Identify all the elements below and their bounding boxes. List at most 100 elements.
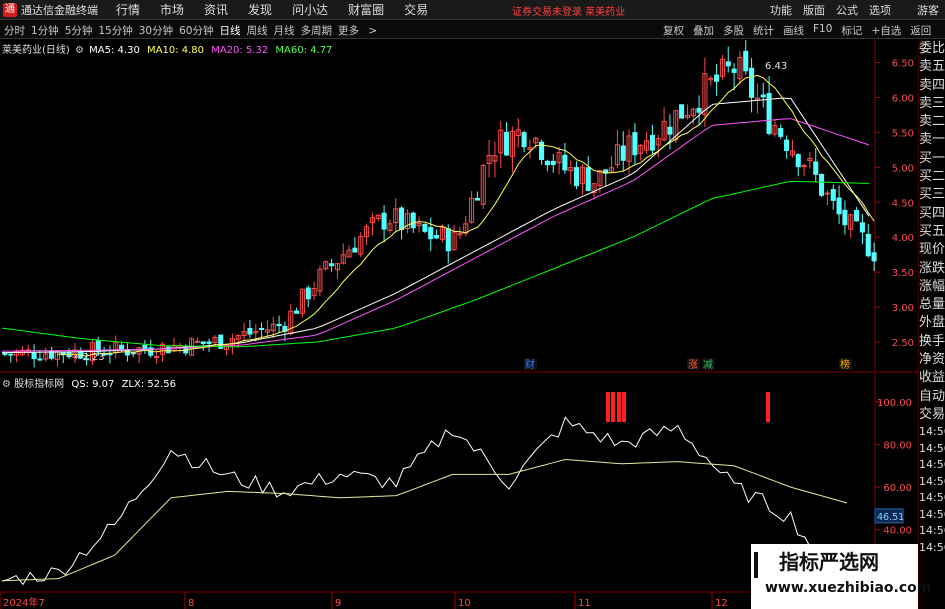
candle-body [329, 263, 335, 267]
candle-body [620, 145, 626, 161]
tab-daily[interactable]: 日线 [220, 23, 241, 38]
panel-item-bid-ratio[interactable]: 委比 [919, 40, 945, 58]
tab-intraday[interactable]: 分时 [4, 23, 25, 38]
chart-annotations: 6.43 ←2.23 财 涨减 榜 [74, 61, 852, 371]
panel-item-auto[interactable]: 自动 [919, 388, 945, 406]
panel-item-earnings[interactable]: 收益 [919, 369, 945, 387]
panel-item-change-pct[interactable]: 涨幅 [919, 278, 945, 296]
candle-body [749, 67, 755, 98]
candle-body [31, 352, 37, 360]
candle-body [119, 344, 125, 350]
menu-market[interactable]: 市场 [160, 1, 184, 18]
candle-body [696, 107, 702, 113]
panel-item-outer[interactable]: 外盘 [919, 314, 945, 332]
tab-15min[interactable]: 15分钟 [98, 23, 132, 38]
panel-item-ask3[interactable]: 卖三 [919, 95, 945, 113]
restore-rights-button[interactable]: 复权 [663, 23, 684, 38]
moving-average-lines [1, 74, 875, 357]
panel-item-volume[interactable]: 总量 [919, 296, 945, 314]
menu-news[interactable]: 资讯 [204, 1, 228, 18]
tick-time: 14:56 [919, 540, 945, 554]
back-button[interactable]: 返回 [910, 23, 931, 38]
price-tick-label: 4.00 [892, 233, 914, 244]
main-menu: 行情 市场 资讯 发现 问小达 财富圈 交易 [116, 1, 448, 18]
candle-body [305, 287, 311, 300]
menu-function[interactable]: 功能 [770, 2, 792, 18]
panel-item-bid5[interactable]: 买五 [919, 223, 945, 241]
ma-line-ma20 [2, 118, 870, 352]
tab-more[interactable]: 更多 > [338, 23, 383, 38]
candle-body [550, 160, 556, 166]
menu-quotes[interactable]: 行情 [116, 1, 140, 18]
panel-item-ask1[interactable]: 卖一 [919, 131, 945, 149]
menu-options[interactable]: 选项 [869, 2, 891, 18]
tab-30min[interactable]: 30分钟 [139, 23, 173, 38]
candle-body [253, 331, 259, 334]
watermark-title: 指标严选网 [779, 550, 879, 574]
candle-body [247, 327, 253, 335]
menu-formula[interactable]: 公式 [836, 2, 858, 18]
ma60-label: MA60: 4.77 [275, 45, 333, 56]
menu-ask[interactable]: 问小达 [292, 1, 328, 18]
candle-body [830, 189, 836, 201]
login-notice[interactable]: 证券交易未登录 莱美药业 [512, 3, 625, 18]
zlx-value: ZLX: 52.56 [121, 379, 177, 390]
panel-item-price[interactable]: 现价 [919, 241, 945, 259]
menu-wealth[interactable]: 财富圈 [348, 1, 384, 18]
tab-1min[interactable]: 1分钟 [31, 23, 59, 38]
period-tabs: 分时 1分钟 5分钟 15分钟 30分钟 60分钟 日线 周线 月线 多周期 更… [4, 23, 389, 38]
panel-item-ask5[interactable]: 卖五 [919, 58, 945, 76]
multi-stock-button[interactable]: 多股 [723, 23, 744, 38]
panel-item-bid3[interactable]: 买三 [919, 186, 945, 204]
f10-button[interactable]: F10 [813, 23, 832, 38]
candle-body [871, 252, 877, 262]
current-value-label: 46.51 [877, 512, 904, 523]
menu-layout[interactable]: 版面 [803, 2, 825, 18]
price-tick-label: 3.50 [892, 268, 914, 279]
panel-item-change[interactable]: 涨跌 [919, 260, 945, 278]
tab-60min[interactable]: 60分钟 [179, 23, 213, 38]
statistics-button[interactable]: 统计 [753, 23, 774, 38]
tab-5min[interactable]: 5分钟 [65, 23, 93, 38]
panel-item-bid2[interactable]: 买二 [919, 168, 945, 186]
tick-time: 14:56 [919, 507, 945, 521]
tick-time: 14:56 [919, 524, 945, 538]
kline-chart[interactable]: 6.50 6.00 5.50 5.00 4.50 4.00 3.50 3.00 2.50 100.… [0, 40, 918, 609]
menu-trade[interactable]: 交易 [404, 1, 428, 18]
candle-body [813, 161, 819, 175]
panel-item-bid1[interactable]: 买一 [919, 150, 945, 168]
candlestick-series [2, 40, 877, 368]
tick-time: 14:56 [919, 458, 945, 472]
right-menu: 功能 版面 公式 选项 游客 [759, 2, 939, 18]
candle-body [410, 212, 416, 229]
candle-body [381, 212, 387, 230]
overlay-button[interactable]: 叠加 [693, 23, 714, 38]
panel-item-ask4[interactable]: 卖四 [919, 77, 945, 95]
panel-item-bid4[interactable]: 买四 [919, 205, 945, 223]
tab-weekly[interactable]: 周线 [247, 23, 268, 38]
user-guest[interactable]: 游客 [917, 2, 939, 18]
stock-name: 莱美药业(日线) [2, 45, 70, 56]
ma10-label: MA10: 4.80 [147, 45, 205, 56]
tab-monthly[interactable]: 月线 [274, 23, 295, 38]
panel-item-ask2[interactable]: 卖二 [919, 113, 945, 131]
settings-gear-icon[interactable]: ⚙ [75, 45, 84, 56]
signal-bar [606, 392, 610, 422]
settings-gear-icon[interactable]: ⚙ [2, 379, 11, 390]
panel-item-turnover[interactable]: 换手 [919, 333, 945, 351]
candle-body [434, 234, 440, 239]
candle-body [154, 356, 160, 359]
signal-bar [622, 392, 626, 422]
add-watchlist-button[interactable]: +自选 [871, 23, 901, 38]
menu-discover[interactable]: 发现 [248, 1, 272, 18]
mark-button[interactable]: 标记 [841, 23, 862, 38]
sub-tick-label: 60.00 [883, 483, 912, 494]
tab-multi-period[interactable]: 多周期 [301, 23, 333, 38]
price-tick-label: 5.50 [892, 128, 914, 139]
chevron-right-icon: > [365, 25, 378, 37]
panel-item-net-asset[interactable]: 净资 [919, 351, 945, 369]
draw-line-button[interactable]: 画线 [783, 23, 804, 38]
panel-item-trade[interactable]: 交易 [919, 406, 945, 424]
candle-body [824, 192, 830, 195]
month-label: 2024年7 [3, 596, 45, 609]
